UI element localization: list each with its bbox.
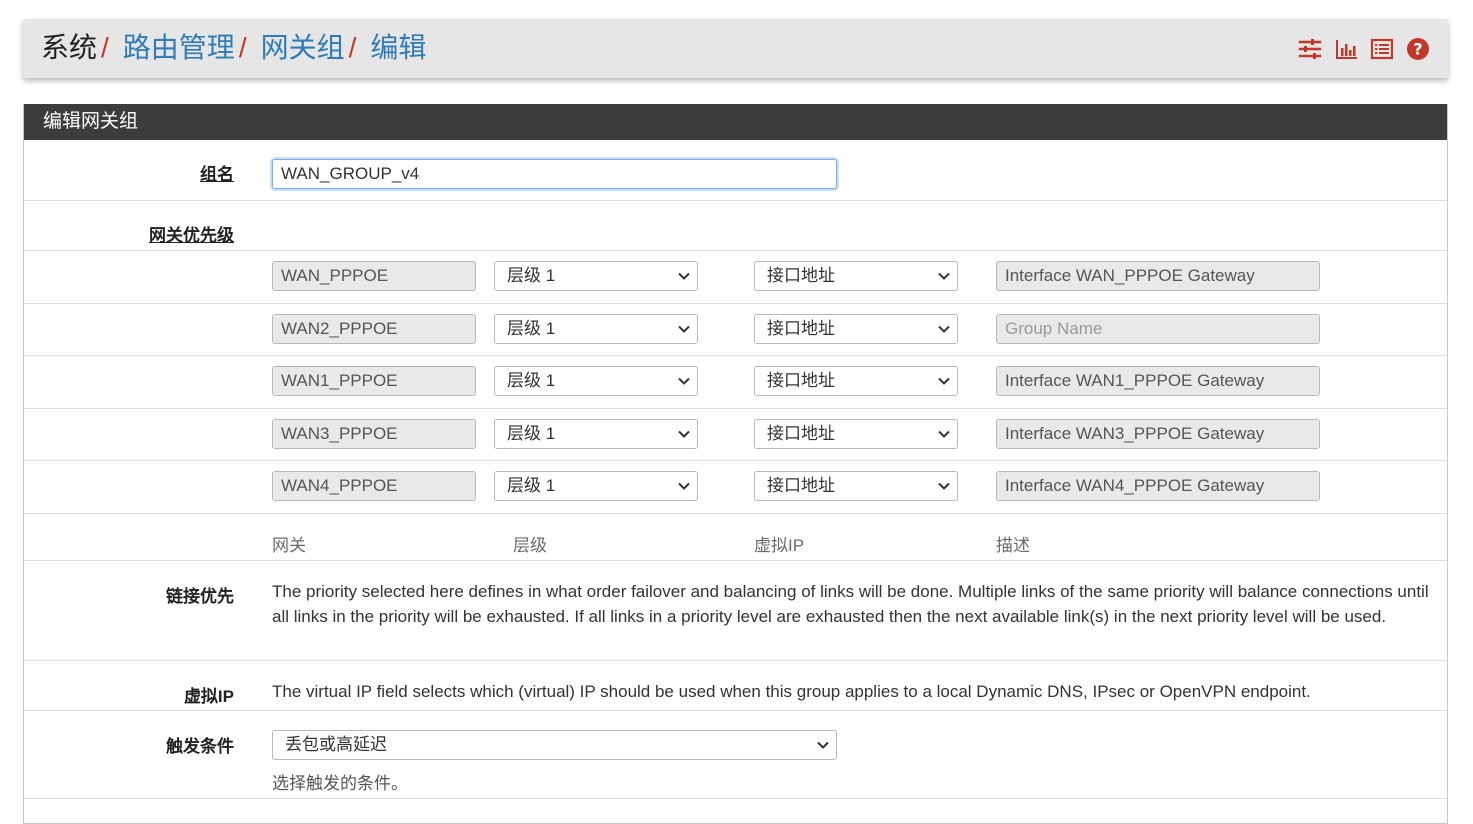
virtual-ip-label: 虚拟IP — [183, 687, 234, 706]
group-name-label[interactable]: 组名 — [200, 160, 234, 185]
gateway-name-field: WAN3_PPPOE — [272, 419, 476, 449]
column-heading-virtual-ip: 虚拟IP — [754, 536, 805, 555]
virtual-ip-select-value: 接口地址 — [767, 371, 835, 390]
tier-select[interactable]: 层级 1 — [494, 471, 698, 501]
tier-select-value: 层级 1 — [507, 476, 556, 495]
sliders-icon[interactable] — [1298, 37, 1322, 61]
svg-text:?: ? — [1413, 40, 1422, 59]
chevron-down-icon — [938, 482, 950, 490]
chevron-down-icon — [938, 325, 950, 333]
chevron-down-icon — [678, 482, 690, 490]
description-field: Interface WAN_PPPOE Gateway — [996, 261, 1320, 291]
gateway-name-field: WAN_PPPOE — [272, 261, 476, 291]
breadcrumb-link-edit[interactable]: 编辑 — [370, 32, 426, 63]
chevron-down-icon — [938, 377, 950, 385]
header-tools: ? — [1298, 36, 1430, 62]
description-field: Group Name — [996, 314, 1320, 344]
group-name-input[interactable]: WAN_GROUP_v4 — [272, 159, 837, 189]
breadcrumb-link-routing[interactable]: 路由管理 — [123, 32, 235, 63]
trigger-row: 触发条件 丢包或高延迟 选择触发的条件。 — [24, 711, 1447, 799]
chevron-down-icon — [678, 377, 690, 385]
breadcrumb-separator: / — [101, 32, 109, 63]
tier-select-value: 层级 1 — [507, 266, 556, 285]
column-heading-tier: 层级 — [513, 536, 547, 555]
virtual-ip-select-value: 接口地址 — [767, 319, 835, 338]
virtual-ip-select-value: 接口地址 — [767, 266, 835, 285]
virtual-ip-select-value: 接口地址 — [767, 424, 835, 443]
description-field: Interface WAN4_PPPOE Gateway — [996, 471, 1320, 501]
chevron-down-icon — [938, 272, 950, 280]
link-priority-label: 链接优先 — [166, 587, 234, 606]
virtual-ip-select[interactable]: 接口地址 — [754, 261, 958, 291]
description-field: Interface WAN3_PPPOE Gateway — [996, 419, 1320, 449]
tier-select[interactable]: 层级 1 — [494, 419, 698, 449]
trigger-select[interactable]: 丢包或高延迟 — [272, 730, 837, 760]
gateway-priority-label[interactable]: 网关优先级 — [149, 221, 234, 246]
tier-select-value: 层级 1 — [507, 319, 556, 338]
tier-select[interactable]: 层级 1 — [494, 261, 698, 291]
group-name-row: 组名 WAN_GROUP_v4 — [24, 140, 1447, 201]
gateway-row: WAN3_PPPOE 层级 1 接口地址 Interface WAN3_PPPO… — [24, 409, 1447, 461]
gateway-name-field: WAN2_PPPOE — [272, 314, 476, 344]
list-icon[interactable] — [1370, 37, 1394, 61]
virtual-ip-select[interactable]: 接口地址 — [754, 366, 958, 396]
gateway-row: WAN2_PPPOE 层级 1 接口地址 Group Name — [24, 304, 1447, 356]
virtual-ip-select[interactable]: 接口地址 — [754, 471, 958, 501]
breadcrumb: 系统 / 路由管理 / 网关组 / 编辑 — [41, 30, 426, 66]
description-field: Interface WAN1_PPPOE Gateway — [996, 366, 1320, 396]
breadcrumb-separator: / — [348, 32, 357, 63]
edit-gateway-group-panel: 编辑网关组 组名 WAN_GROUP_v4 网关优先级 WAN_PPPOE 层级… — [23, 104, 1448, 824]
breadcrumb-separator: / — [238, 32, 247, 63]
column-heading-description: 描述 — [996, 536, 1030, 555]
chevron-down-icon — [678, 325, 690, 333]
gateway-row: WAN_PPPOE 层级 1 接口地址 Interface WAN_PPPOE … — [24, 251, 1447, 304]
gateway-name-field: WAN1_PPPOE — [272, 366, 476, 396]
link-priority-row: 链接优先 The priority selected here defines … — [24, 561, 1447, 661]
chevron-down-icon — [678, 430, 690, 438]
virtual-ip-select[interactable]: 接口地址 — [754, 419, 958, 449]
trigger-select-value: 丢包或高延迟 — [285, 735, 387, 754]
virtual-ip-select-value: 接口地址 — [767, 476, 835, 495]
link-priority-help: The priority selected here defines in wh… — [272, 582, 1429, 626]
trigger-hint: 选择触发的条件。 — [272, 774, 408, 793]
breadcrumb-bar: 系统 / 路由管理 / 网关组 / 编辑 ? — [23, 19, 1448, 78]
virtual-ip-select[interactable]: 接口地址 — [754, 314, 958, 344]
bar-chart-icon[interactable] — [1334, 37, 1358, 61]
trigger-label: 触发条件 — [166, 737, 234, 756]
gateway-priority-row: 网关优先级 — [24, 201, 1447, 251]
tier-select[interactable]: 层级 1 — [494, 366, 698, 396]
tier-select-value: 层级 1 — [507, 371, 556, 390]
chevron-down-icon — [817, 741, 829, 749]
gateway-name-field: WAN4_PPPOE — [272, 471, 476, 501]
breadcrumb-link-gateway-groups[interactable]: 网关组 — [261, 32, 345, 63]
virtual-ip-row: 虚拟IP The virtual IP field selects which … — [24, 661, 1447, 711]
tier-select[interactable]: 层级 1 — [494, 314, 698, 344]
breadcrumb-root: 系统 — [41, 32, 98, 63]
tier-select-value: 层级 1 — [507, 424, 556, 443]
column-headings-row: 网关 层级 虚拟IP 描述 — [24, 514, 1447, 561]
help-circle-icon[interactable]: ? — [1406, 37, 1430, 61]
virtual-ip-help: The virtual IP field selects which (virt… — [272, 682, 1311, 701]
chevron-down-icon — [678, 272, 690, 280]
chevron-down-icon — [938, 430, 950, 438]
gateway-row: WAN1_PPPOE 层级 1 接口地址 Interface WAN1_PPPO… — [24, 356, 1447, 409]
column-heading-gateway: 网关 — [272, 536, 306, 555]
panel-title: 编辑网关组 — [24, 104, 1447, 140]
gateway-row: WAN4_PPPOE 层级 1 接口地址 Interface WAN4_PPPO… — [24, 461, 1447, 514]
